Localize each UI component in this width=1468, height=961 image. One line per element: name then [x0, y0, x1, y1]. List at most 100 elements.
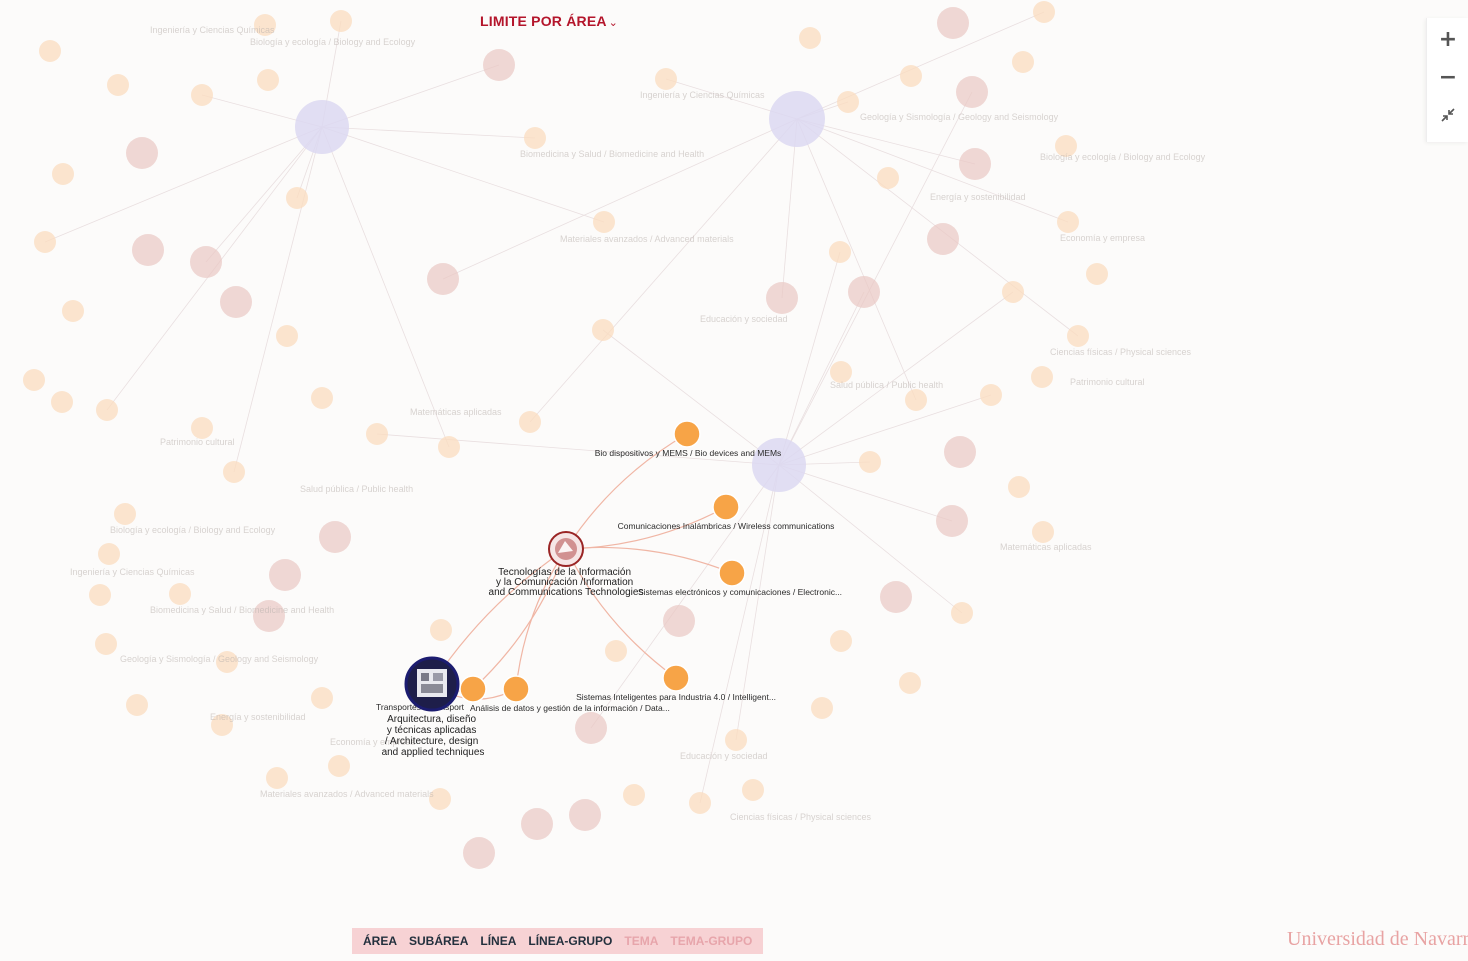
background-node[interactable]	[311, 687, 333, 709]
background-node[interactable]	[1031, 366, 1053, 388]
network-canvas[interactable]: Biología y ecología / Biology and Ecolog…	[0, 0, 1468, 961]
background-node[interactable]	[89, 584, 111, 606]
network-graph[interactable]: Biología y ecología / Biology and Ecolog…	[0, 0, 1468, 961]
background-subarea-node[interactable]	[959, 148, 991, 180]
node-wireless[interactable]: Comunicaciones Inalámbricas / Wireless c…	[618, 493, 835, 531]
background-node[interactable]	[286, 187, 308, 209]
background-subarea-node[interactable]	[663, 605, 695, 637]
background-node[interactable]	[191, 84, 213, 106]
background-subarea-node[interactable]	[766, 282, 798, 314]
background-node[interactable]	[276, 325, 298, 347]
background-node[interactable]	[266, 767, 288, 789]
background-subarea-node[interactable]	[190, 246, 222, 278]
background-node[interactable]	[169, 583, 191, 605]
background-subarea-node[interactable]	[936, 505, 968, 537]
background-subarea-node[interactable]	[956, 76, 988, 108]
tab-tema-grupo[interactable]: TEMA-GRUPO	[670, 934, 752, 948]
background-node[interactable]	[605, 640, 627, 662]
background-area-node[interactable]	[752, 438, 806, 492]
background-node[interactable]	[126, 694, 148, 716]
background-subarea-node[interactable]	[483, 49, 515, 81]
background-node[interactable]	[51, 391, 73, 413]
background-node[interactable]	[1008, 476, 1030, 498]
background-node[interactable]	[859, 451, 881, 473]
background-node[interactable]	[330, 10, 352, 32]
background-area-node[interactable]	[295, 100, 349, 154]
background-node[interactable]	[980, 384, 1002, 406]
background-node[interactable]	[1012, 51, 1034, 73]
background-node[interactable]	[52, 163, 74, 185]
background-node[interactable]	[951, 602, 973, 624]
background-node[interactable]	[1067, 325, 1089, 347]
node-intelligent-systems[interactable]: Sistemas Inteligentes para Industria 4.0…	[576, 664, 776, 702]
zoom-out-button[interactable]: −	[1427, 58, 1468, 96]
background-subarea-node[interactable]	[937, 7, 969, 39]
background-subarea-node[interactable]	[220, 286, 252, 318]
background-node[interactable]	[830, 630, 852, 652]
background-node[interactable]	[592, 319, 614, 341]
tab-linea-grupo[interactable]: LÍNEA-GRUPO	[528, 934, 612, 948]
background-node[interactable]	[1002, 281, 1024, 303]
background-node[interactable]	[1033, 1, 1055, 23]
background-node[interactable]	[438, 436, 460, 458]
background-node[interactable]	[39, 40, 61, 62]
node-electronic-systems[interactable]: Sistemas electrónicos y comunicaciones /…	[638, 559, 842, 597]
background-node[interactable]	[223, 461, 245, 483]
background-subarea-node[interactable]	[132, 234, 164, 266]
background-subarea-node[interactable]	[463, 837, 495, 869]
background-node[interactable]	[655, 68, 677, 90]
background-subarea-node[interactable]	[126, 137, 158, 169]
area-limit-dropdown[interactable]: LIMITE POR ÁREA ⌄	[480, 13, 618, 29]
background-node[interactable]	[524, 127, 546, 149]
background-subarea-node[interactable]	[575, 712, 607, 744]
background-node[interactable]	[62, 300, 84, 322]
tab-area[interactable]: ÁREA	[363, 934, 397, 948]
background-area-node[interactable]	[769, 91, 825, 147]
background-node[interactable]	[95, 633, 117, 655]
tab-linea[interactable]: LÍNEA	[480, 934, 516, 948]
background-node[interactable]	[328, 755, 350, 777]
background-node[interactable]	[311, 387, 333, 409]
background-node[interactable]	[257, 69, 279, 91]
center-node-tic[interactable]: Tecnologías de la Información y la Comun…	[489, 531, 644, 598]
background-node[interactable]	[837, 91, 859, 113]
background-node[interactable]	[689, 792, 711, 814]
background-node[interactable]	[519, 411, 541, 433]
background-subarea-node[interactable]	[427, 263, 459, 295]
background-subarea-node[interactable]	[319, 521, 351, 553]
background-node[interactable]	[829, 241, 851, 263]
background-node[interactable]	[23, 369, 45, 391]
background-node[interactable]	[430, 619, 452, 641]
tab-subarea[interactable]: SUBÁREA	[409, 934, 468, 948]
background-node[interactable]	[623, 784, 645, 806]
background-node[interactable]	[725, 729, 747, 751]
background-subarea-node[interactable]	[880, 581, 912, 613]
node-bio-devices[interactable]: Bio dispositivos y MEMS / Bio devices an…	[595, 420, 782, 458]
background-node[interactable]	[114, 503, 136, 525]
background-node[interactable]	[107, 74, 129, 96]
background-subarea-node[interactable]	[944, 436, 976, 468]
reset-zoom-button[interactable]	[1427, 96, 1468, 134]
background-node[interactable]	[799, 27, 821, 49]
background-subarea-node[interactable]	[569, 799, 601, 831]
background-node[interactable]	[742, 779, 764, 801]
background-node[interactable]	[1086, 263, 1108, 285]
background-subarea-node[interactable]	[269, 559, 301, 591]
background-node[interactable]	[34, 231, 56, 253]
background-node[interactable]	[593, 211, 615, 233]
background-node[interactable]	[98, 543, 120, 565]
zoom-in-button[interactable]: +	[1427, 20, 1468, 58]
background-subarea-node[interactable]	[848, 276, 880, 308]
background-node[interactable]	[811, 697, 833, 719]
background-node[interactable]	[1032, 521, 1054, 543]
background-node[interactable]	[1057, 211, 1079, 233]
background-node[interactable]	[877, 167, 899, 189]
background-node[interactable]	[96, 399, 118, 421]
background-node[interactable]	[191, 417, 213, 439]
background-node[interactable]	[899, 672, 921, 694]
background-node[interactable]	[905, 389, 927, 411]
background-subarea-node[interactable]	[927, 223, 959, 255]
tab-tema[interactable]: TEMA	[624, 934, 658, 948]
background-node[interactable]	[366, 423, 388, 445]
background-subarea-node[interactable]	[521, 808, 553, 840]
